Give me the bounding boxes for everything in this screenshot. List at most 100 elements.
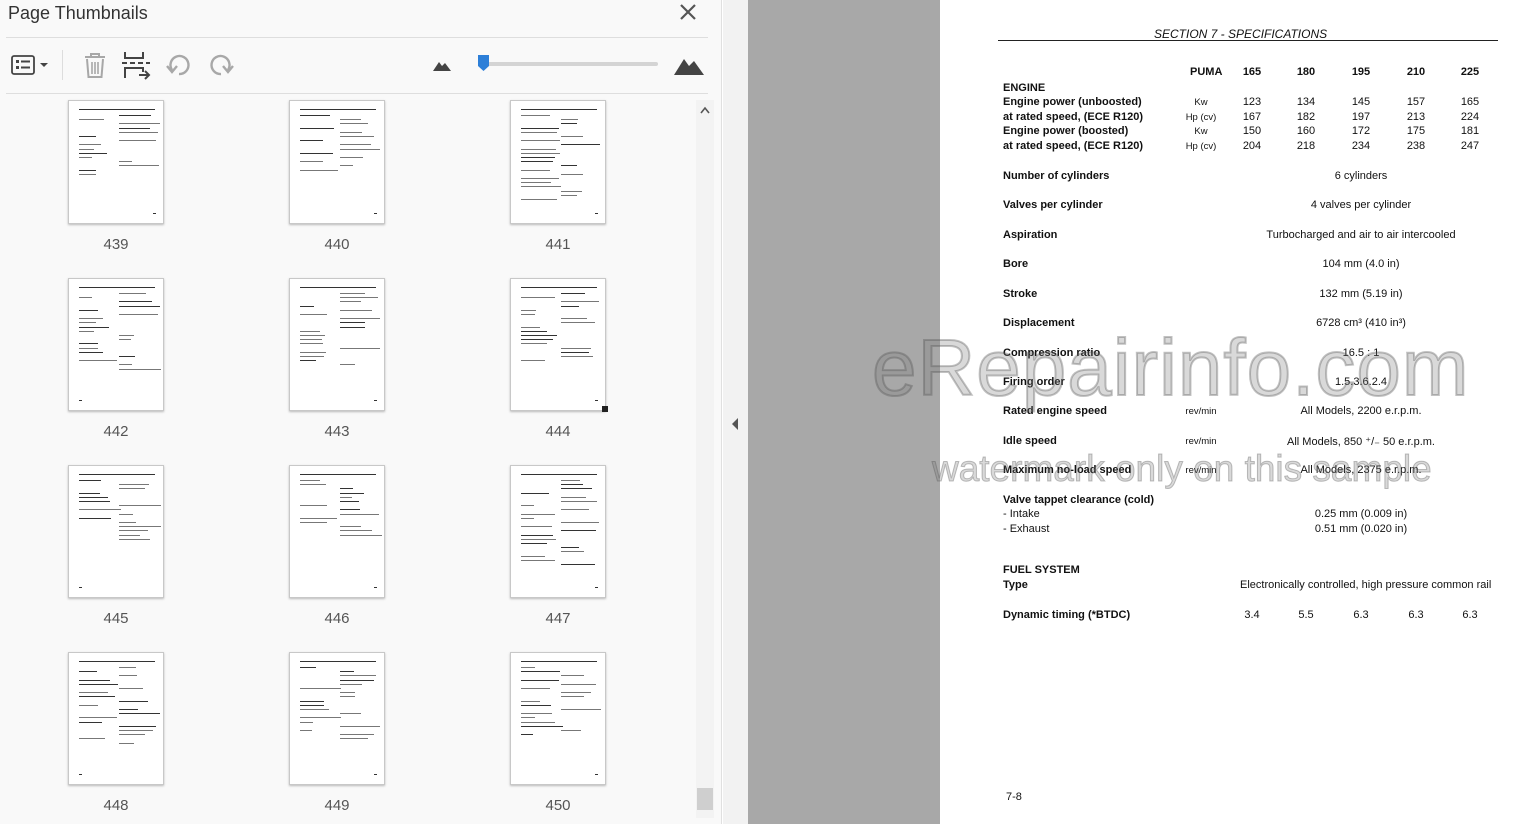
thumbnail-text-line	[521, 152, 561, 154]
thumbnail-page-label[interactable]: 444	[510, 423, 606, 440]
thumbnail-page-label[interactable]: 439	[68, 236, 164, 253]
page-thumbnail[interactable]	[68, 100, 164, 224]
thumbnail-text-line	[340, 534, 382, 536]
thumbnail-text-line	[79, 351, 103, 353]
extract-pages-button[interactable]	[120, 48, 152, 82]
slider-thumb[interactable]	[477, 54, 490, 72]
spec-label: Idle speed	[1003, 435, 1057, 447]
page-thumbnail[interactable]	[289, 465, 385, 598]
rotate-right-button[interactable]	[206, 48, 236, 82]
page-thumbnail[interactable]	[68, 465, 164, 598]
page-thumbnail[interactable]	[68, 278, 164, 411]
thumbnail-page-label[interactable]: 442	[68, 423, 164, 440]
thumbnail-text-line	[340, 683, 362, 685]
scrollbar-thumb[interactable]	[697, 788, 713, 810]
thumbnail-page-label[interactable]: 440	[289, 236, 385, 253]
thumbnail-page-label[interactable]: 441	[510, 236, 606, 253]
thumbnail-text-line	[79, 717, 118, 719]
thumbnail-text-line	[521, 725, 563, 727]
page-thumbnail[interactable]	[510, 278, 606, 411]
thumbnail-text-line	[561, 194, 577, 196]
thumbnail-text-line	[521, 127, 559, 129]
thumbnail-text-line	[340, 501, 359, 502]
thumbnail-text-line	[79, 136, 96, 137]
page-thumbnail[interactable]	[289, 100, 385, 224]
fuel-type-value: Electronically controlled, high pressure…	[1240, 579, 1492, 591]
rotate-left-button[interactable]	[164, 48, 194, 82]
thumbnail-text-line	[521, 700, 540, 702]
thumbnail-text-line	[300, 356, 325, 357]
thumbnail-text-line	[79, 704, 98, 706]
thumbnail-text-line	[521, 199, 557, 200]
power-value-cell: 167	[1242, 110, 1262, 123]
thumbnail-page-label[interactable]: 448	[68, 797, 164, 814]
thumbnail-text-line	[561, 305, 579, 307]
thumbnail-text-line	[561, 318, 587, 320]
thumbnail-text-line	[300, 127, 335, 129]
thumbnail-text-line	[340, 297, 379, 299]
page-thumbnail[interactable]	[289, 278, 385, 411]
thumbnail-page-mark	[374, 400, 377, 401]
page-thumbnail[interactable]	[510, 652, 606, 785]
thumbnail-scrollbar[interactable]	[696, 100, 714, 818]
thumbnail-text-line	[521, 360, 546, 362]
thumbnail-text-line	[79, 679, 110, 681]
thumbnail-text-line	[119, 115, 151, 116]
thumbnail-text-line	[119, 305, 160, 307]
thumbnail-options-button[interactable]	[8, 48, 52, 82]
thumbnail-text-line	[561, 144, 600, 146]
thumbnail-page-label[interactable]: 447	[510, 610, 606, 627]
page-thumbnail[interactable]	[289, 652, 385, 785]
spec-label: Valves per cylinder	[1003, 199, 1103, 211]
thumbnail-text-line	[561, 301, 600, 303]
thumbnail-text-line	[561, 136, 583, 137]
thumbnail-text-line	[119, 526, 161, 528]
thumbnail-text-line	[300, 314, 327, 315]
thumbnail-page-label[interactable]: 445	[68, 610, 164, 627]
zoom-out-thumbnails-button[interactable]	[430, 48, 454, 82]
thumbnail-text-line	[79, 169, 97, 171]
section-header: SECTION 7 - SPECIFICATIONS	[1154, 27, 1328, 41]
scroll-up-button[interactable]	[696, 102, 714, 118]
thumbnail-text-line	[521, 734, 534, 736]
power-value-cell: 197	[1351, 110, 1371, 123]
tappet-row-label: - Exhaust	[1003, 523, 1050, 535]
thumbnail-text-line	[79, 287, 155, 288]
thumbnail-text-line	[561, 488, 592, 490]
close-panel-button[interactable]	[676, 0, 700, 24]
thumbnail-text-line	[300, 115, 331, 116]
thumbnail-text-line	[300, 688, 342, 689]
thumbnail-text-line	[340, 675, 376, 677]
page-thumbnail[interactable]	[68, 652, 164, 785]
thumbnail-text-line	[79, 692, 108, 694]
thumbnail-text-line	[561, 190, 583, 192]
thumbnail-text-line	[521, 671, 561, 673]
page-thumbnail[interactable]	[510, 465, 606, 598]
thumbnail-text-line	[300, 505, 328, 507]
page-thumbnail[interactable]	[510, 100, 606, 224]
thumbnail-text-line	[521, 474, 597, 475]
delete-pages-button[interactable]	[80, 48, 110, 82]
thumbnail-text-line	[561, 293, 585, 294]
thumbnail-page-label[interactable]: 450	[510, 797, 606, 814]
thumbnail-page-label[interactable]: 446	[289, 610, 385, 627]
thumbnail-page-label[interactable]: 443	[289, 423, 385, 440]
thumbnail-text-line	[300, 704, 325, 706]
thumbnail-text-line	[300, 661, 376, 662]
thumbnail-size-slider[interactable]	[478, 55, 658, 71]
zoom-in-thumbnails-button[interactable]	[672, 48, 706, 82]
thumbnail-text-line	[340, 496, 353, 498]
thumbnail-text-line	[79, 330, 94, 332]
thumbnail-text-line	[119, 700, 148, 702]
thumbnail-text-line	[119, 534, 140, 536]
thumbnail-text-line	[300, 517, 338, 519]
thumbnail-page-mark	[79, 587, 82, 588]
panel-splitter[interactable]	[723, 0, 748, 824]
thumbnail-text-line	[561, 356, 594, 357]
thumbnail-page-mark	[79, 400, 82, 401]
spec-label: Number of cylinders	[1003, 170, 1110, 182]
thumbnail-text-line	[561, 683, 597, 685]
collapse-panel-icon	[732, 418, 738, 430]
thumbnail-page-label[interactable]: 449	[289, 797, 385, 814]
thumbnail-text-line	[340, 692, 355, 694]
